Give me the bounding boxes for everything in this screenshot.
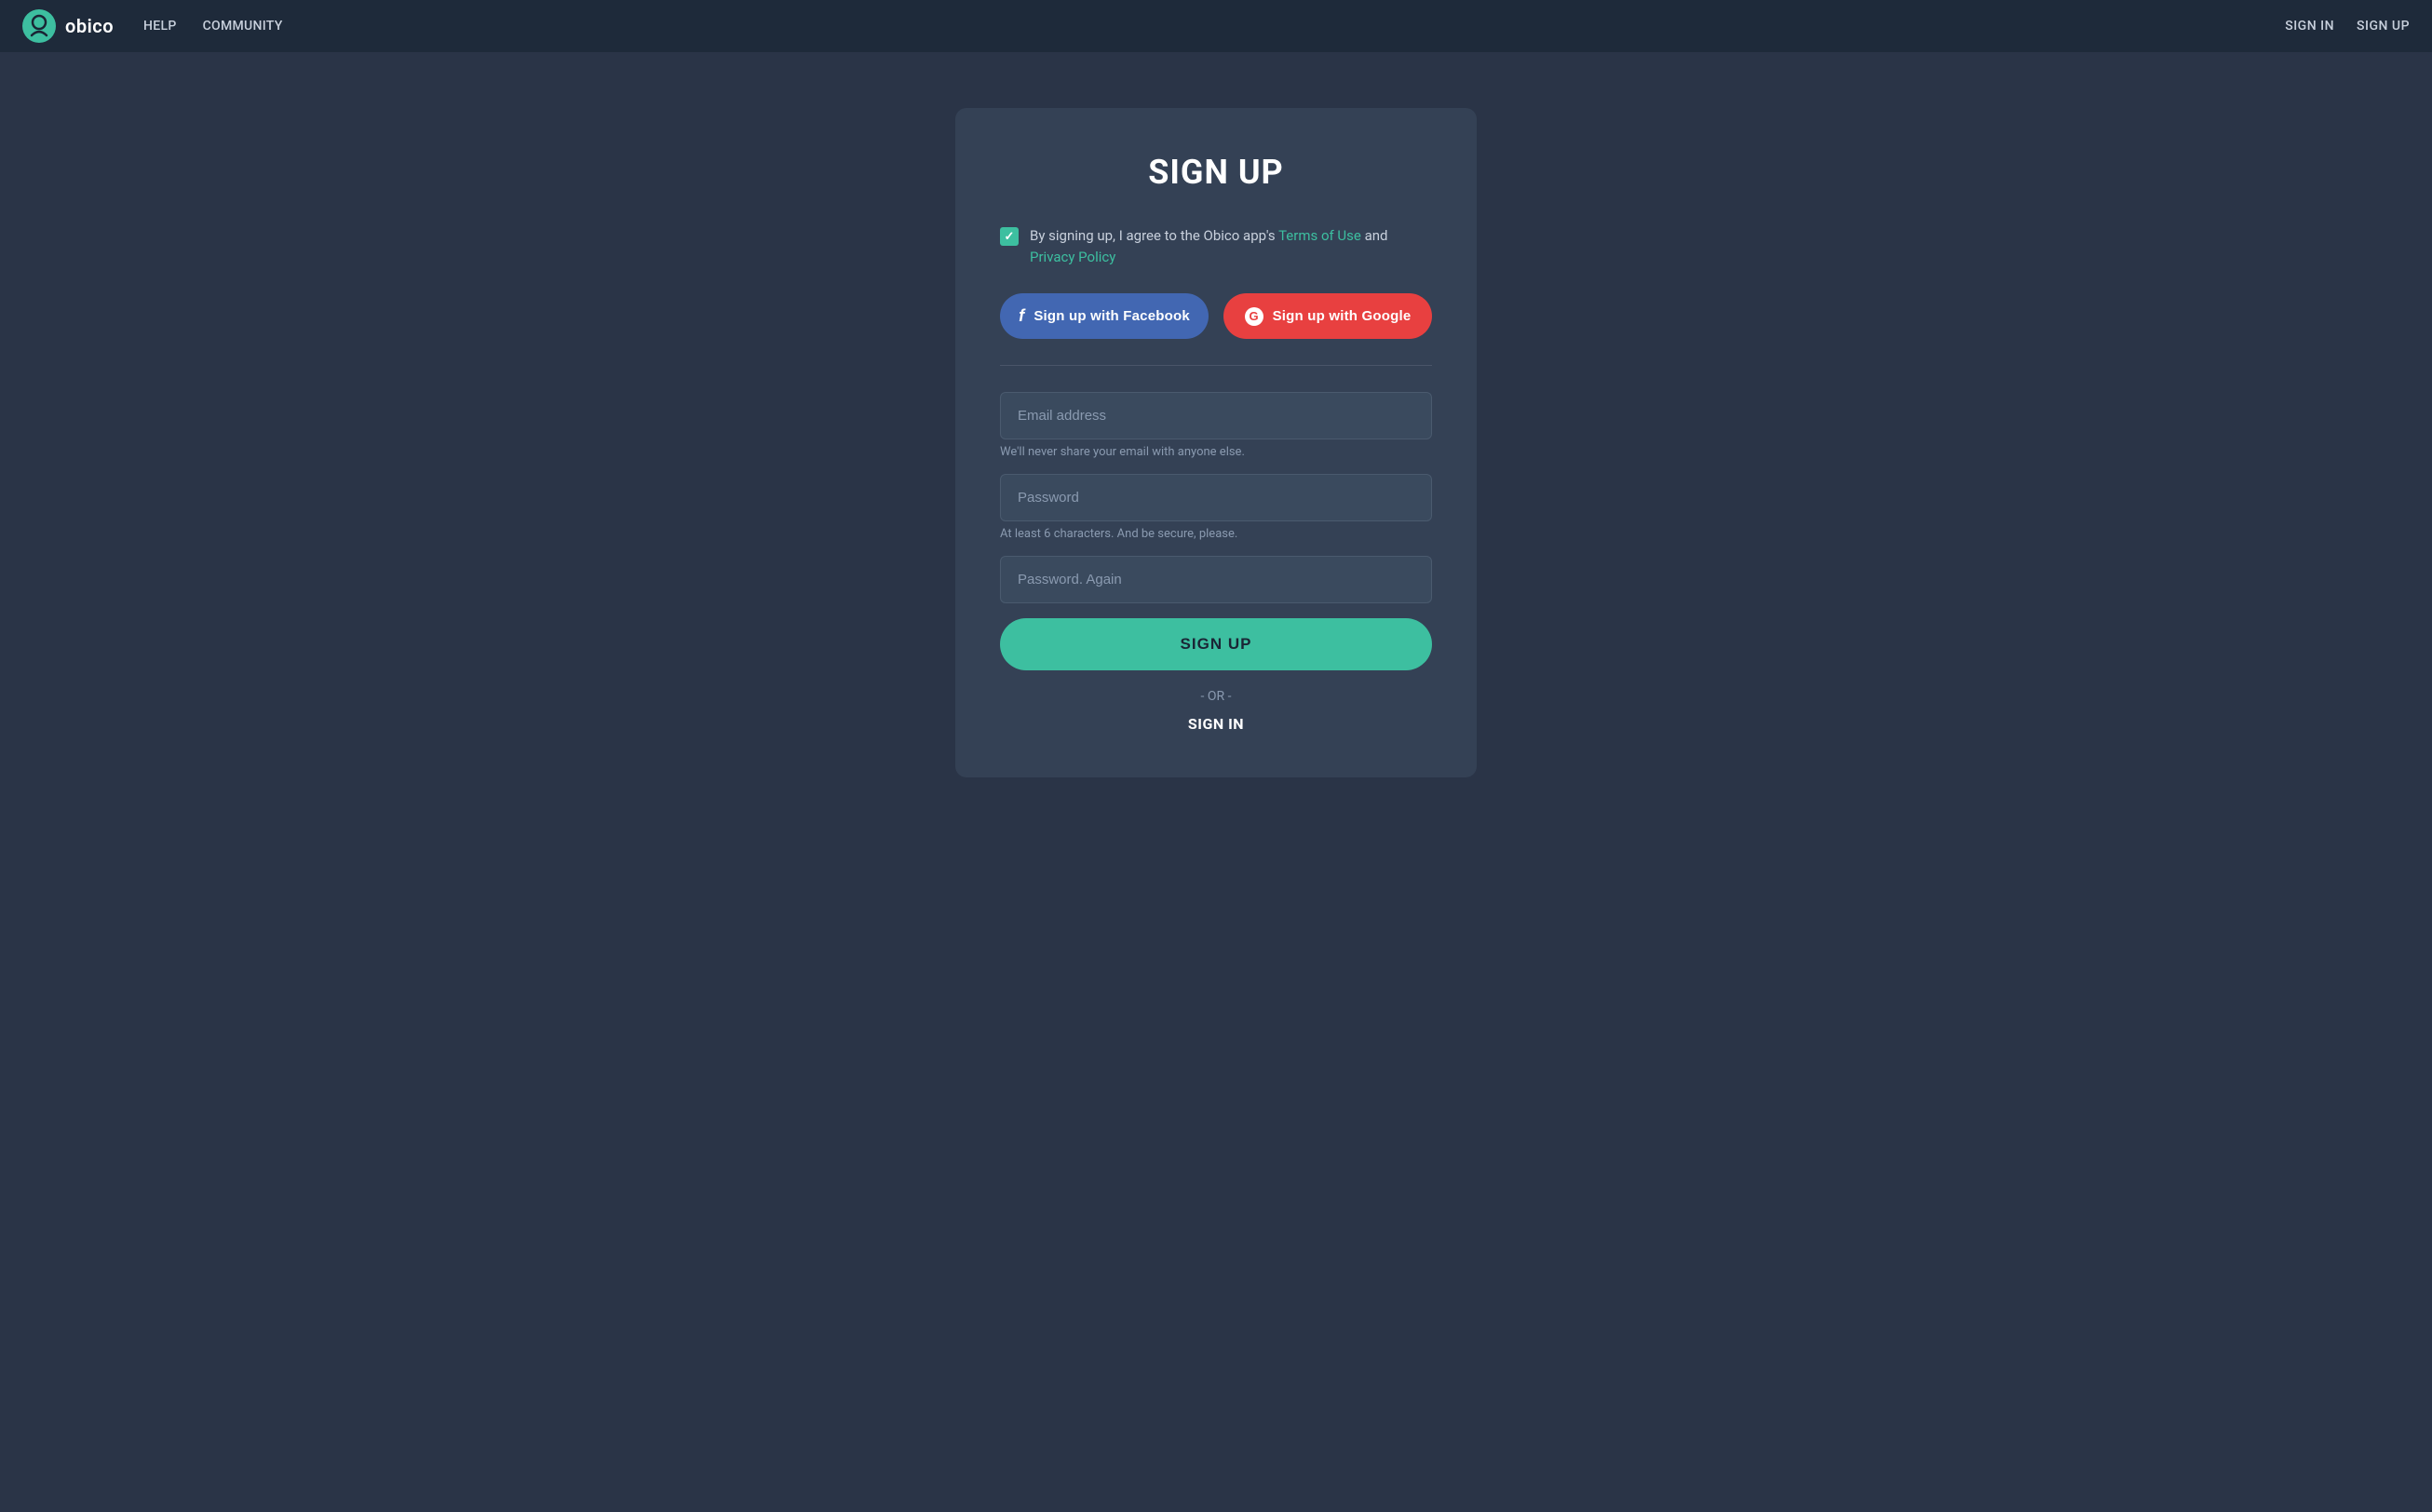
nav-help[interactable]: HELP bbox=[143, 19, 177, 34]
password-again-input[interactable] bbox=[1000, 556, 1432, 603]
terms-text: By signing up, I agree to the Obico app'… bbox=[1030, 225, 1388, 267]
social-buttons: f Sign up with Facebook G Sign up with G… bbox=[1000, 293, 1432, 339]
password-input[interactable] bbox=[1000, 474, 1432, 521]
page-content: SIGN UP ✓ By signing up, I agree to the … bbox=[0, 52, 2432, 1512]
email-group: We'll never share your email with anyone… bbox=[1000, 392, 1432, 459]
terms-row: ✓ By signing up, I agree to the Obico ap… bbox=[1000, 225, 1432, 267]
signup-title: SIGN UP bbox=[1000, 153, 1432, 192]
terms-checkbox[interactable]: ✓ bbox=[1000, 227, 1019, 246]
google-signup-button[interactable]: G Sign up with Google bbox=[1223, 293, 1432, 339]
navbar-left: obico HELP COMMUNITY bbox=[22, 9, 283, 43]
navbar-right: SIGN IN SIGN UP bbox=[2285, 19, 2410, 34]
google-button-label: Sign up with Google bbox=[1273, 308, 1412, 324]
signin-link[interactable]: SIGN IN bbox=[1000, 715, 1432, 733]
checkbox-check-icon: ✓ bbox=[1005, 230, 1015, 244]
logo-link[interactable]: obico bbox=[22, 9, 114, 43]
logo-text: obico bbox=[65, 15, 114, 37]
facebook-button-label: Sign up with Facebook bbox=[1034, 308, 1190, 324]
terms-of-use-link[interactable]: Terms of Use bbox=[1278, 227, 1361, 244]
nav-signup[interactable]: SIGN UP bbox=[2357, 19, 2410, 34]
facebook-icon: f bbox=[1019, 306, 1024, 326]
nav-community[interactable]: COMMUNITY bbox=[203, 19, 283, 34]
privacy-policy-link[interactable]: Privacy Policy bbox=[1030, 249, 1115, 265]
facebook-signup-button[interactable]: f Sign up with Facebook bbox=[1000, 293, 1209, 339]
google-icon: G bbox=[1245, 307, 1263, 326]
terms-text-before: By signing up, I agree to the Obico app'… bbox=[1030, 227, 1276, 244]
signup-button[interactable]: SIGN UP bbox=[1000, 618, 1432, 670]
email-input[interactable] bbox=[1000, 392, 1432, 439]
password-again-group bbox=[1000, 556, 1432, 603]
password-hint: At least 6 characters. And be secure, pl… bbox=[1000, 527, 1432, 541]
nav-links: HELP COMMUNITY bbox=[143, 19, 283, 34]
divider bbox=[1000, 365, 1432, 366]
terms-text-and: and bbox=[1365, 227, 1388, 244]
signup-card: SIGN UP ✓ By signing up, I agree to the … bbox=[955, 108, 1477, 777]
logo-icon bbox=[22, 9, 56, 43]
password-group: At least 6 characters. And be secure, pl… bbox=[1000, 474, 1432, 541]
email-hint: We'll never share your email with anyone… bbox=[1000, 445, 1432, 459]
navbar: obico HELP COMMUNITY SIGN IN SIGN UP bbox=[0, 0, 2432, 52]
nav-signin[interactable]: SIGN IN bbox=[2285, 19, 2334, 34]
or-divider-text: - OR - bbox=[1000, 689, 1432, 704]
